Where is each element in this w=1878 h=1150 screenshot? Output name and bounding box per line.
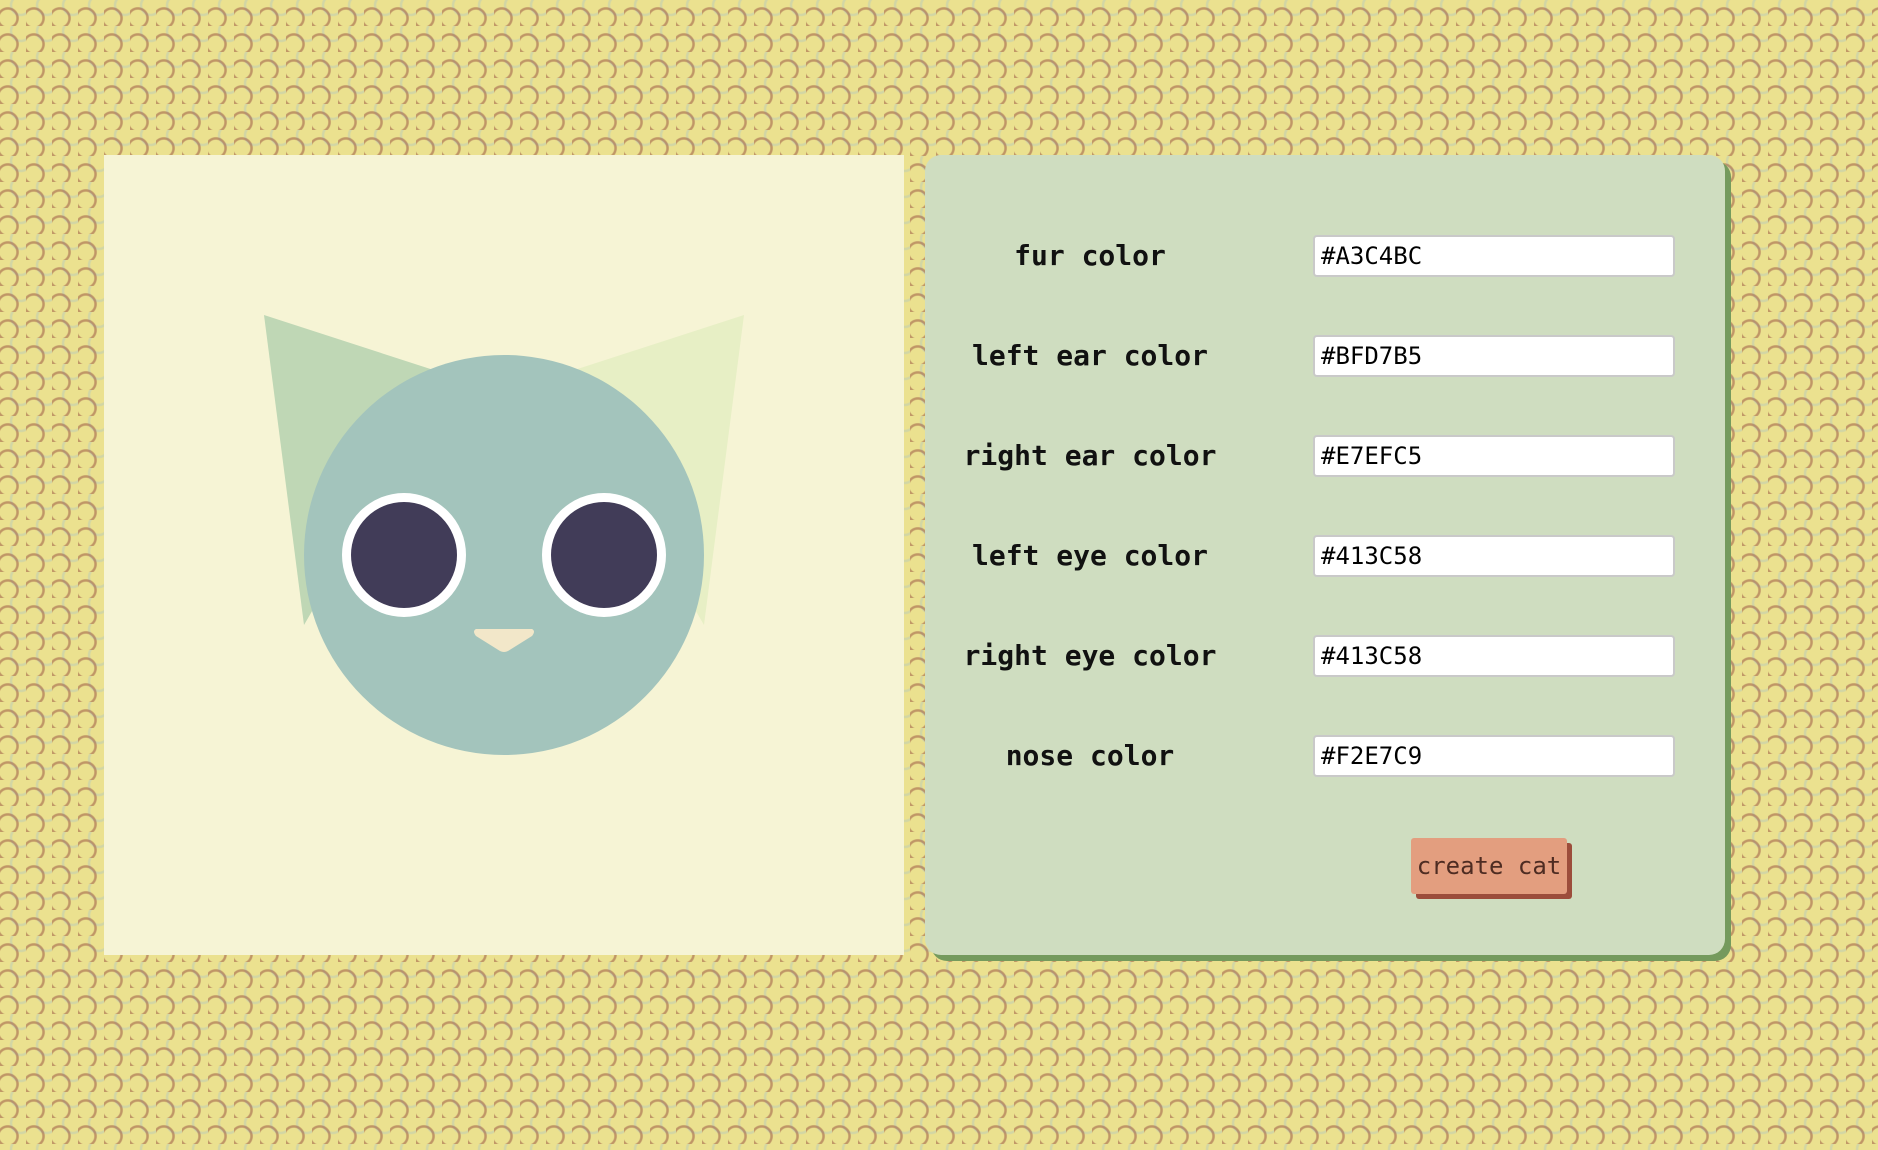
right-ear-color-input[interactable] [1313, 435, 1675, 477]
left-eye-color-label: left eye color [971, 539, 1208, 572]
right-eye-color-input[interactable] [1313, 635, 1675, 677]
fur-color-label: fur color [1014, 239, 1166, 272]
right-eye-color-row: right eye color [925, 635, 1725, 677]
left-ear-color-row: left ear color [925, 335, 1725, 377]
create-cat-button[interactable]: create cat [1411, 838, 1567, 894]
right-eye [551, 502, 657, 608]
fur-color-row: fur color [925, 235, 1725, 277]
left-eye-color-row: left eye color [925, 535, 1725, 577]
fur-color-input[interactable] [1313, 235, 1675, 277]
right-ear-color-row: right ear color [925, 435, 1725, 477]
cat-canvas [104, 155, 904, 955]
left-ear-color-label: left ear color [971, 339, 1208, 372]
cat-form: fur color left ear color right ear color… [925, 155, 1725, 955]
nose-color-input[interactable] [1313, 735, 1675, 777]
cat-drawing [264, 315, 744, 755]
left-eye-color-input[interactable] [1313, 535, 1675, 577]
nose-color-label: nose color [1005, 739, 1175, 772]
left-ear-color-input[interactable] [1313, 335, 1675, 377]
left-eye [351, 502, 457, 608]
right-eye-color-label: right eye color [963, 639, 1217, 672]
right-ear-color-label: right ear color [963, 439, 1217, 472]
nose-color-row: nose color [925, 735, 1725, 777]
